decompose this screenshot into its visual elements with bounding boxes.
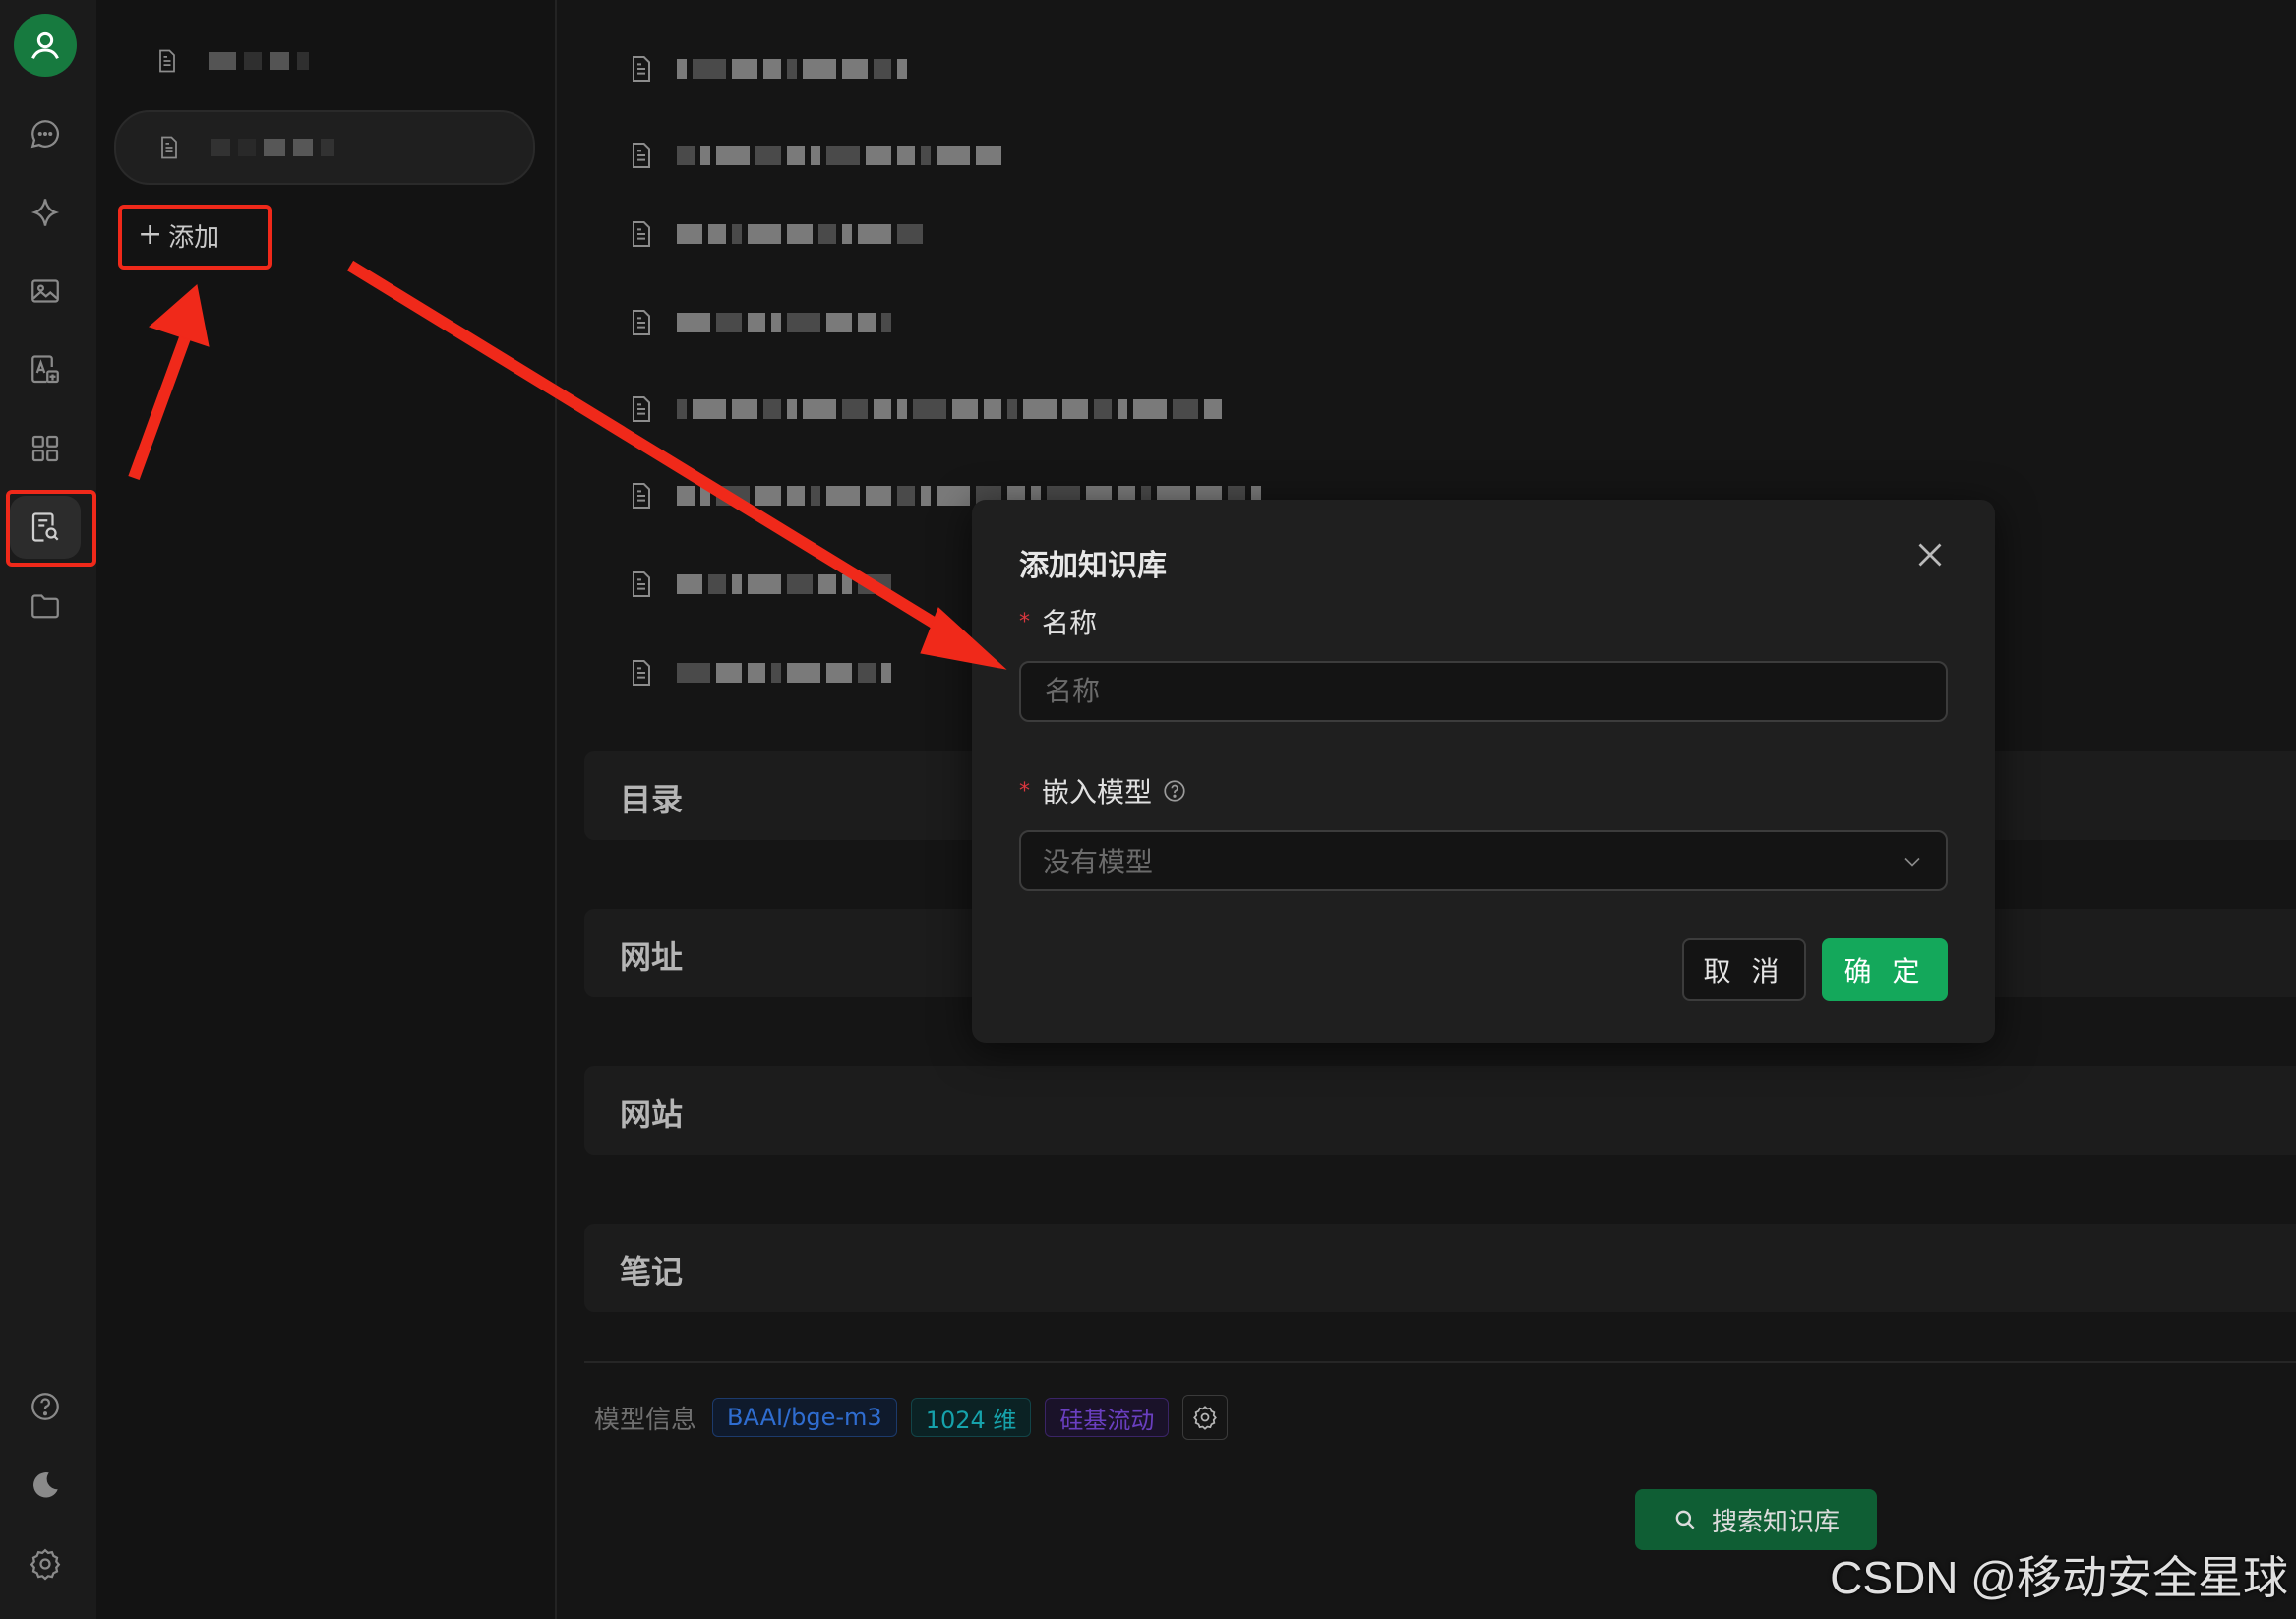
required-mark: * bbox=[1019, 609, 1030, 634]
document-icon bbox=[633, 483, 650, 509]
kb-item-name-redacted bbox=[209, 49, 309, 73]
document-icon bbox=[633, 56, 650, 82]
kb-item-name-redacted bbox=[211, 136, 334, 159]
chat-icon bbox=[30, 120, 59, 149]
dimension-tag: 1024 维 bbox=[910, 1398, 1032, 1437]
icon-rail bbox=[0, 0, 96, 1619]
document-icon bbox=[633, 396, 650, 422]
model-name-tag: BAAI/bge-m3 bbox=[712, 1398, 897, 1437]
section-notes[interactable]: 笔记 bbox=[584, 1224, 2296, 1312]
name-input[interactable] bbox=[1043, 675, 1946, 708]
confirm-button[interactable]: 确 定 bbox=[1822, 938, 1948, 1001]
add-knowledge-base-dialog: 添加知识库 * 名称 * 嵌入模型 没有模型 取 消 确 定 bbox=[972, 500, 1995, 1043]
file-name-redacted bbox=[677, 663, 891, 683]
images-button[interactable] bbox=[24, 270, 67, 313]
apps-button[interactable] bbox=[24, 427, 67, 470]
divider bbox=[584, 1361, 2296, 1363]
required-mark: * bbox=[1019, 778, 1030, 804]
translate-icon bbox=[31, 355, 59, 384]
settings-icon bbox=[30, 1548, 61, 1581]
user-icon bbox=[31, 31, 59, 59]
files-button[interactable] bbox=[24, 584, 67, 628]
file-row[interactable] bbox=[626, 390, 1222, 429]
cancel-button[interactable]: 取 消 bbox=[1682, 938, 1806, 1001]
embedding-model-value: 没有模型 bbox=[1043, 847, 1154, 877]
file-row[interactable] bbox=[626, 653, 891, 692]
document-icon bbox=[633, 310, 650, 335]
search-kb-label: 搜索知识库 bbox=[1711, 1507, 1840, 1537]
embedding-model-select[interactable]: 没有模型 bbox=[1019, 830, 1948, 891]
file-row[interactable] bbox=[626, 49, 907, 89]
name-label: * 名称 bbox=[1019, 602, 1097, 641]
section-title: 网站 bbox=[620, 1096, 684, 1133]
moon-icon bbox=[33, 1472, 58, 1498]
model-info: 模型信息 BAAI/bge-m3 1024 维 硅基流动 bbox=[594, 1395, 1229, 1440]
name-label-text: 名称 bbox=[1042, 607, 1098, 639]
model-info-label: 模型信息 bbox=[594, 1405, 697, 1435]
section-title: 笔记 bbox=[620, 1253, 684, 1290]
model-settings-button[interactable] bbox=[1182, 1395, 1229, 1440]
section-title: 网址 bbox=[620, 938, 684, 976]
document-icon bbox=[633, 571, 650, 597]
sparkle-icon bbox=[30, 199, 60, 226]
annotation-box-kb-icon bbox=[6, 490, 96, 567]
watermark: CSDN @移动安全星球 bbox=[1830, 1552, 2288, 1603]
file-name-redacted bbox=[677, 574, 891, 594]
kb-list-item-selected[interactable] bbox=[114, 110, 535, 185]
file-row[interactable] bbox=[626, 565, 891, 604]
folder-icon bbox=[31, 594, 59, 619]
section-websites[interactable]: 网站 bbox=[584, 1066, 2296, 1155]
embedding-model-label-text: 嵌入模型 bbox=[1042, 776, 1153, 809]
agents-button[interactable] bbox=[24, 191, 67, 234]
file-name-redacted bbox=[677, 59, 907, 79]
help-button[interactable] bbox=[24, 1385, 67, 1428]
document-icon bbox=[633, 143, 650, 168]
document-icon bbox=[161, 136, 177, 159]
theme-toggle[interactable] bbox=[24, 1464, 67, 1507]
help-icon[interactable] bbox=[1162, 778, 1187, 804]
search-icon bbox=[1675, 1510, 1695, 1529]
section-title: 目录 bbox=[620, 781, 684, 818]
apps-icon bbox=[31, 435, 59, 462]
document-icon bbox=[633, 221, 650, 247]
file-row[interactable] bbox=[626, 136, 1001, 175]
file-row[interactable] bbox=[626, 303, 891, 342]
image-icon bbox=[31, 279, 59, 303]
dialog-title: 添加知识库 bbox=[1019, 549, 1167, 583]
name-field[interactable] bbox=[1019, 661, 1948, 722]
file-name-redacted bbox=[677, 313, 891, 332]
search-knowledge-base-button[interactable]: 搜索知识库 bbox=[1635, 1489, 1877, 1550]
annotation-box-add bbox=[118, 205, 272, 270]
close-icon[interactable] bbox=[1912, 537, 1948, 572]
embedding-model-label: * 嵌入模型 bbox=[1019, 771, 1187, 810]
settings-icon bbox=[1193, 1406, 1218, 1430]
file-name-redacted bbox=[677, 224, 923, 244]
document-icon bbox=[159, 49, 175, 73]
chat-button[interactable] bbox=[24, 112, 67, 155]
kb-list-item[interactable] bbox=[114, 26, 531, 96]
settings-button[interactable] bbox=[24, 1542, 67, 1586]
file-name-redacted bbox=[677, 399, 1222, 419]
avatar[interactable] bbox=[14, 14, 77, 77]
chevron-down-icon bbox=[1904, 857, 1920, 867]
document-icon bbox=[633, 660, 650, 686]
help-icon bbox=[31, 1393, 59, 1420]
file-row[interactable] bbox=[626, 214, 923, 254]
translate-button[interactable] bbox=[24, 348, 67, 391]
provider-tag: 硅基流动 bbox=[1045, 1398, 1170, 1437]
file-name-redacted bbox=[677, 146, 1001, 165]
